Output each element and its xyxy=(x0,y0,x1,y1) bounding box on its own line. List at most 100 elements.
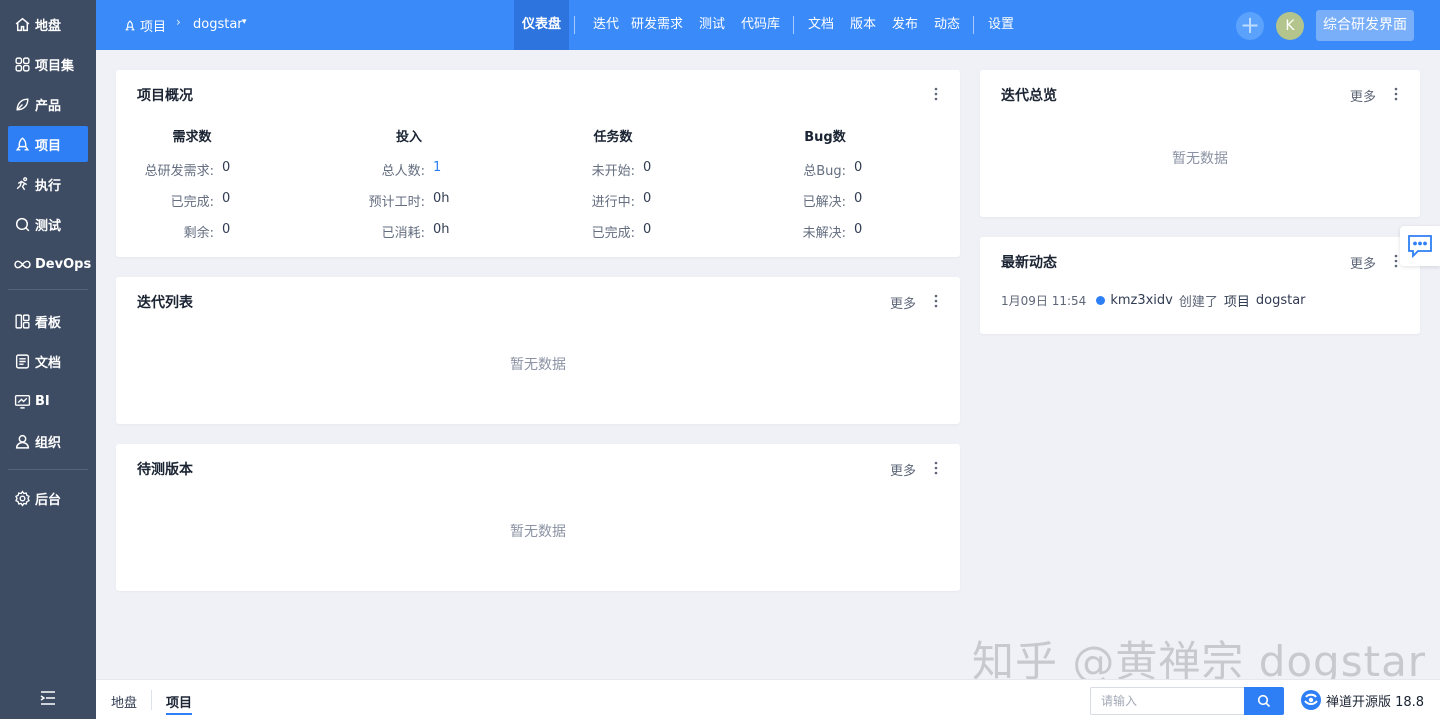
sidebar-item-test[interactable]: 测试 xyxy=(8,206,88,242)
sidebar-item-label: 产品 xyxy=(35,98,62,114)
panel-title: 项目概况 xyxy=(137,88,193,104)
more-link[interactable]: 更多 xyxy=(890,293,916,312)
kanban-icon xyxy=(15,313,30,329)
collapse-menu-button[interactable] xyxy=(38,688,58,708)
tab-dynamic[interactable]: 动态 xyxy=(926,0,968,50)
sidebar-item-execution[interactable]: 执行 xyxy=(8,166,88,202)
mode-switch-button[interactable]: 综合研发界面 xyxy=(1316,10,1414,41)
overview-label: 预计工时: xyxy=(368,195,425,210)
top-navbar: 项目 › dogstar ▾ 仪表盘 迭代 研发需求 测试 代码库 文档 版本 … xyxy=(96,0,1440,50)
panel-title: 迭代总览 xyxy=(1001,88,1057,104)
search-button[interactable] xyxy=(1244,687,1284,715)
sidebar-item-label: 后台 xyxy=(35,492,62,508)
more-vertical-icon[interactable] xyxy=(930,85,942,103)
overview-value: 0 xyxy=(222,191,231,206)
list-item: 1月09日 11:54 kmz3xidv 创建了 项目 dogstar xyxy=(1001,291,1306,310)
sidebar: 地盘 项目集 产品 项目 执行 测试 DevOps 看板 文档 BI 组织 后台 xyxy=(0,0,96,719)
sidebar-item-bi[interactable]: BI xyxy=(8,383,88,419)
sidebar-item-devops[interactable]: DevOps xyxy=(8,246,92,282)
overview-label: 总研发需求: xyxy=(144,164,214,179)
nav-divider xyxy=(574,16,575,34)
sidebar-item-org[interactable]: 组织 xyxy=(8,423,88,459)
sidebar-divider xyxy=(8,469,88,470)
footer-bar: 地盘 项目 禅道开源版 18.8 xyxy=(96,679,1440,719)
overview-col-head: 任务数 xyxy=(593,130,633,145)
org-icon xyxy=(15,434,30,449)
breadcrumb-project-label: 项目 xyxy=(140,20,167,35)
more-vertical-icon[interactable] xyxy=(930,292,942,310)
sidebar-item-label: BI xyxy=(35,393,50,409)
breadcrumb-project-name[interactable]: dogstar xyxy=(193,17,243,32)
tab-test[interactable]: 测试 xyxy=(691,0,733,50)
sidebar-item-admin[interactable]: 后台 xyxy=(8,480,88,516)
overview-label: 未开始: xyxy=(591,164,635,179)
overview-value: 0 xyxy=(854,160,863,175)
brand-label: 禅道开源版 18.8 xyxy=(1326,694,1425,710)
sidebar-item-label: 地盘 xyxy=(35,18,62,34)
tab-release[interactable]: 发布 xyxy=(884,0,926,50)
nav-divider xyxy=(793,16,794,34)
panel-title: 最新动态 xyxy=(1001,255,1057,271)
avatar[interactable]: K xyxy=(1276,12,1304,40)
footer-breadcrumb-home[interactable]: 地盘 xyxy=(111,692,137,711)
pending-builds-panel: 待测版本 更多 暂无数据 xyxy=(116,444,960,591)
footer-divider xyxy=(151,690,152,710)
tab-repo[interactable]: 代码库 xyxy=(733,0,788,50)
tab-requirements[interactable]: 研发需求 xyxy=(623,0,691,50)
sidebar-item-program[interactable]: 项目集 xyxy=(8,46,88,82)
gear-icon xyxy=(15,489,30,507)
more-vertical-icon[interactable] xyxy=(930,459,942,477)
more-vertical-icon[interactable] xyxy=(1390,85,1402,103)
breadcrumb-project[interactable]: 项目 xyxy=(124,16,166,35)
more-link[interactable]: 更多 xyxy=(890,460,916,479)
home-icon xyxy=(15,17,30,31)
bi-icon xyxy=(14,394,31,409)
sidebar-item-dashboard[interactable]: 地盘 xyxy=(8,6,88,42)
overview-label: 总人数: xyxy=(381,164,425,179)
more-link[interactable]: 更多 xyxy=(1350,86,1376,105)
chat-float-button[interactable] xyxy=(1400,226,1440,266)
iteration-overview-panel: 迭代总览 更多 暂无数据 xyxy=(980,70,1420,217)
search-input[interactable] xyxy=(1090,687,1245,715)
search-icon xyxy=(1257,694,1271,708)
breadcrumb-separator: › xyxy=(176,15,181,29)
create-button[interactable]: + xyxy=(1236,12,1264,40)
caret-down-icon[interactable]: ▾ xyxy=(242,17,247,27)
more-link[interactable]: 更多 xyxy=(1350,253,1376,272)
overview-label: 已解决: xyxy=(802,195,846,210)
overview-label: 已完成: xyxy=(591,226,635,241)
sidebar-item-label: 测试 xyxy=(35,218,62,234)
sidebar-item-label: 项目集 xyxy=(35,58,75,74)
overview-value: 0h xyxy=(433,222,450,237)
overview-value: 0h xyxy=(433,191,450,206)
sidebar-item-kanban[interactable]: 看板 xyxy=(8,303,88,339)
overview-value: 0 xyxy=(643,222,652,237)
dynamic-user: kmz3xidv xyxy=(1110,293,1173,308)
footer-breadcrumb-project[interactable]: 项目 xyxy=(166,692,193,715)
sidebar-item-project[interactable]: 项目 xyxy=(8,126,88,162)
plus-icon: + xyxy=(1239,11,1261,39)
overview-label: 已完成: xyxy=(170,195,214,210)
sidebar-item-product[interactable]: 产品 xyxy=(8,86,88,122)
overview-col-head: 需求数 xyxy=(172,130,212,145)
empty-state: 暂无数据 xyxy=(1172,151,1228,167)
overview-value: 0 xyxy=(222,222,231,237)
sidebar-item-doc[interactable]: 文档 xyxy=(8,343,88,379)
tab-iteration[interactable]: 迭代 xyxy=(585,0,627,50)
tab-dashboard[interactable]: 仪表盘 xyxy=(514,0,570,50)
overview-label: 进行中: xyxy=(591,195,635,210)
dynamic-object-link[interactable]: dogstar xyxy=(1256,293,1306,308)
tab-build[interactable]: 版本 xyxy=(842,0,884,50)
sidebar-item-label: 项目 xyxy=(35,138,62,154)
team-count-link[interactable]: 1 xyxy=(433,160,441,175)
menu-collapse-icon xyxy=(40,691,55,705)
overview-value: 0 xyxy=(643,191,652,206)
sidebar-item-label: DevOps xyxy=(35,256,92,272)
overview-value: 0 xyxy=(854,191,863,206)
tab-settings[interactable]: 设置 xyxy=(980,0,1022,50)
dynamic-action: 创建了 xyxy=(1178,295,1218,310)
tab-doc[interactable]: 文档 xyxy=(800,0,842,50)
overview-value: 0 xyxy=(854,222,863,237)
sidebar-item-label: 看板 xyxy=(35,315,62,331)
infinity-icon xyxy=(14,260,31,268)
